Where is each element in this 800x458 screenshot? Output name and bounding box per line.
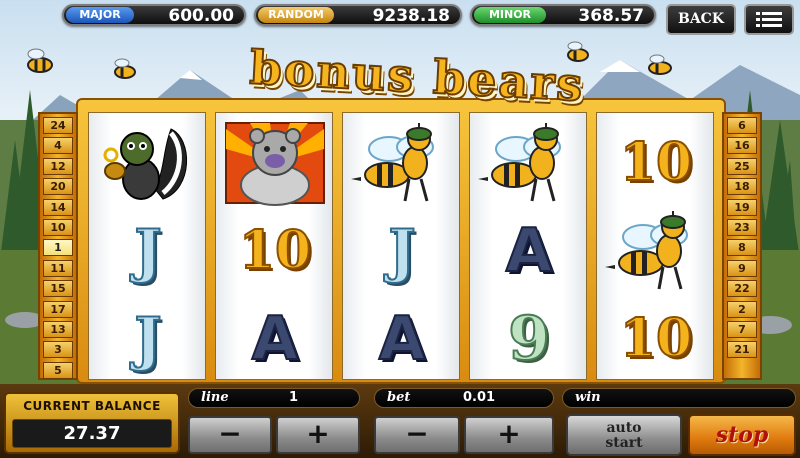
- line-value: 1: [289, 390, 299, 405]
- payline-indicator[interactable]: 15: [43, 280, 73, 298]
- j-symbol: J: [387, 216, 416, 286]
- menu-icon: [756, 12, 782, 27]
- payline-indicator[interactable]: 3: [43, 341, 73, 359]
- ten-symbol: 10: [238, 219, 312, 282]
- minor-label: MINOR: [474, 7, 546, 23]
- win-display: win: [562, 388, 796, 408]
- stop-button[interactable]: stop: [688, 414, 796, 456]
- payline-indicator[interactable]: 2: [727, 300, 757, 318]
- title-text: bonus bears: [247, 39, 586, 112]
- major-jackpot: MAJOR 600.00: [62, 4, 246, 26]
- reel-1: JJ: [88, 112, 206, 380]
- payline-indicator[interactable]: 22: [727, 280, 757, 298]
- reel-5: 10 10: [596, 112, 714, 380]
- bee-symbol-icon: [601, 207, 711, 295]
- auto-start-line1: auto: [606, 420, 642, 436]
- skunk-symbol-icon: [93, 119, 203, 207]
- payline-indicator[interactable]: 10: [43, 219, 73, 236]
- bee-decoration-icon: [27, 48, 53, 73]
- ten-symbol: 10: [619, 307, 693, 370]
- balance-value: 27.37: [12, 419, 172, 448]
- payline-indicator[interactable]: 24: [43, 117, 73, 134]
- bet-value: 0.01: [463, 390, 496, 405]
- a-symbol: A: [378, 303, 426, 375]
- payline-indicator[interactable]: 12: [43, 157, 73, 175]
- payline-indicator[interactable]: 8: [727, 239, 757, 257]
- reel-3: JA: [342, 112, 460, 380]
- bee-symbol-icon: [347, 119, 457, 207]
- major-value: 600.00: [168, 6, 234, 26]
- payline-indicator[interactable]: 16: [727, 137, 757, 155]
- win-label: win: [575, 390, 601, 405]
- bet-display: bet 0.01: [374, 388, 554, 408]
- payline-indicator[interactable]: 13: [43, 321, 73, 338]
- minor-jackpot: MINOR 368.57: [470, 4, 656, 26]
- payline-indicator[interactable]: 25: [727, 157, 757, 175]
- menu-button[interactable]: [744, 4, 794, 35]
- payline-indicator[interactable]: 5: [43, 361, 73, 379]
- minor-value: 368.57: [578, 6, 644, 26]
- payline-indicator[interactable]: 11: [43, 259, 73, 277]
- line-label: line: [201, 390, 229, 405]
- ten-symbol: 10: [619, 131, 693, 194]
- payline-indicator[interactable]: 18: [727, 178, 757, 196]
- payline-indicator[interactable]: 1: [43, 239, 73, 257]
- line-decrease-button[interactable]: −: [188, 416, 272, 454]
- j-symbol: J: [133, 304, 162, 374]
- auto-start-button[interactable]: auto start: [566, 414, 682, 456]
- major-label: MAJOR: [66, 7, 134, 23]
- bet-label: bet: [387, 390, 411, 405]
- bet-increase-button[interactable]: +: [464, 416, 554, 454]
- payline-indicator[interactable]: 17: [43, 300, 73, 318]
- reel-2: 10 A: [215, 112, 333, 380]
- payline-indicator[interactable]: 23: [727, 219, 757, 236]
- payline-indicator[interactable]: 9: [727, 259, 757, 277]
- line-increase-button[interactable]: +: [276, 416, 360, 454]
- bee-decoration-icon: [114, 58, 136, 79]
- a-symbol: A: [505, 215, 553, 287]
- payline-indicator[interactable]: 20: [43, 178, 73, 196]
- random-label: RANDOM: [258, 7, 334, 23]
- payline-indicator[interactable]: 4: [43, 137, 73, 155]
- bee-decoration-icon: [648, 54, 672, 75]
- back-button[interactable]: BACK: [666, 4, 736, 35]
- payline-indicator[interactable]: 7: [727, 321, 757, 338]
- auto-start-line2: start: [605, 435, 643, 451]
- bear-symbol-icon: [220, 119, 330, 207]
- current-balance: CURRENT BALANCE 27.37: [4, 392, 180, 454]
- payline-indicator[interactable]: 21: [727, 341, 757, 359]
- payline-indicator[interactable]: 6: [727, 117, 757, 134]
- random-jackpot: RANDOM 9238.18: [254, 4, 462, 26]
- j-symbol: J: [133, 216, 162, 286]
- balance-title: CURRENT BALANCE: [23, 399, 161, 413]
- random-value: 9238.18: [372, 6, 450, 26]
- payline-indicator[interactable]: 19: [727, 198, 757, 216]
- bet-decrease-button[interactable]: −: [374, 416, 460, 454]
- payline-indicator[interactable]: 14: [43, 198, 73, 216]
- line-display: line 1: [188, 388, 360, 408]
- bee-symbol-icon: [474, 119, 584, 207]
- game-title: bonus bears: [222, 39, 612, 116]
- reel-4: A9: [469, 112, 587, 380]
- a-symbol: A: [251, 303, 299, 375]
- nine-symbol: 9: [507, 303, 551, 375]
